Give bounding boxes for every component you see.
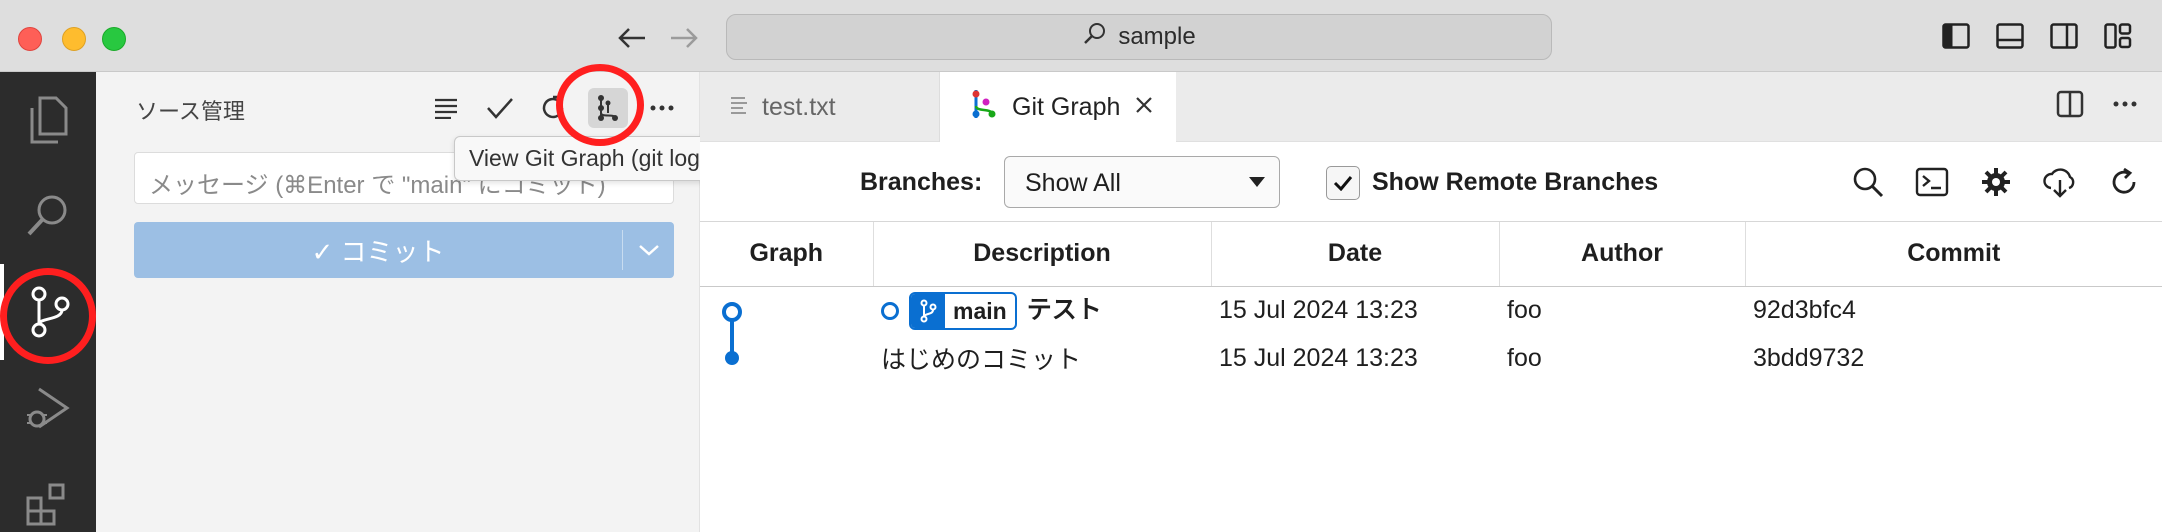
graph-node[interactable] [725,351,739,365]
more-actions-icon[interactable] [642,88,682,128]
column-header-graph[interactable]: Graph [700,222,874,287]
sidebar-title: ソース管理 [136,99,245,124]
forward-arrow-icon[interactable] [664,18,704,58]
column-header-description[interactable]: Description [873,222,1212,287]
tab-label: Git Graph [1012,92,1121,121]
editor-tabs: test.txt Git Graph [700,72,2162,142]
refresh-graph-icon[interactable] [2106,164,2142,200]
caret-down-icon [1249,177,1265,187]
toggle-secondary-sidebar-icon[interactable] [2048,20,2080,52]
back-arrow-icon[interactable] [612,18,652,58]
author-cell: foo [1507,295,1542,324]
commit-hash-cell: 92d3bfc4 [1753,295,1856,324]
branches-select[interactable]: Show All [1004,156,1280,208]
git-graph-tab-icon [970,88,998,127]
commit-button-label: ✓ コミット [311,236,445,267]
fetch-cloud-icon[interactable] [2042,164,2078,200]
highlight-ring-git-graph [556,64,644,146]
column-header-author[interactable]: Author [1499,222,1746,287]
branch-name: main [953,297,1007,324]
highlight-ring-source-control [0,268,96,364]
split-editor-icon[interactable] [2056,90,2084,123]
graph-node-head[interactable] [722,302,742,322]
table-header-row: Graph Description Date Author Commit [700,222,2162,287]
commit-hash-cell: 3bdd9732 [1753,343,1865,372]
toggle-panel-icon[interactable] [1994,20,2026,52]
column-header-commit[interactable]: Commit [1745,222,2162,287]
commit-table: Graph Description Date Author Commit mai… [700,222,2162,382]
close-window-button[interactable] [18,27,42,51]
commit-row[interactable]: main テスト 15 Jul 2024 13:23 foo 92d3bfc4 [700,286,2162,334]
window-title: sample [1118,23,1196,50]
view-as-list-icon[interactable] [426,88,466,128]
commit-button[interactable]: ✓ コミット [134,222,674,278]
show-remote-branches-checkbox[interactable] [1326,166,1360,200]
column-header-date[interactable]: Date [1211,222,1500,287]
extensions-icon[interactable] [0,456,96,532]
commit-check-icon[interactable] [480,88,520,128]
terminal-icon[interactable] [1914,164,1950,200]
branch-label-main[interactable]: main [909,292,1017,331]
maximize-window-button[interactable] [102,27,126,51]
settings-gear-icon[interactable] [1978,164,2014,200]
tab-git-graph[interactable]: Git Graph [940,72,1176,142]
tab-test-txt[interactable]: test.txt [700,72,940,142]
run-and-debug-icon[interactable] [0,360,96,456]
branches-label: Branches: [860,168,983,196]
text-file-icon [730,93,748,122]
close-icon[interactable] [1134,93,1154,122]
tab-label: test.txt [762,92,836,121]
author-cell: foo [1507,343,1542,372]
explorer-icon[interactable] [0,72,96,168]
git-graph-toolbar: Branches: Show All Show Remote Branches [700,142,2162,222]
description-cell: main テスト [873,286,1211,334]
description-cell: はじめのコミット [881,346,1082,374]
vscode-window: sample ソース管理 メッセージ (⌘Enter で "main" にコミッ… [0,0,2162,532]
customize-layout-icon[interactable] [2102,20,2134,52]
toggle-primary-sidebar-icon[interactable] [1940,20,1972,52]
branches-select-value: Show All [1025,169,1121,197]
commit-row[interactable]: はじめのコミット 15 Jul 2024 13:23 foo 3bdd9732 [700,334,2162,382]
commit-message: テスト [1026,296,1102,325]
editor-more-actions-icon[interactable] [2112,90,2138,123]
branch-icon [911,294,945,329]
commit-graph [722,302,742,365]
head-marker-icon [881,302,899,321]
date-cell: 15 Jul 2024 13:23 [1219,295,1418,324]
title-bar: sample [0,0,2162,72]
find-icon[interactable] [1850,164,1886,200]
search-icon[interactable] [0,168,96,264]
search-icon [1082,21,1108,54]
show-remote-branches-label: Show Remote Branches [1372,168,1659,196]
minimize-window-button[interactable] [62,27,86,51]
command-center-search[interactable]: sample [726,14,1552,60]
chevron-down-icon[interactable] [622,230,674,270]
date-cell: 15 Jul 2024 13:23 [1219,343,1418,372]
